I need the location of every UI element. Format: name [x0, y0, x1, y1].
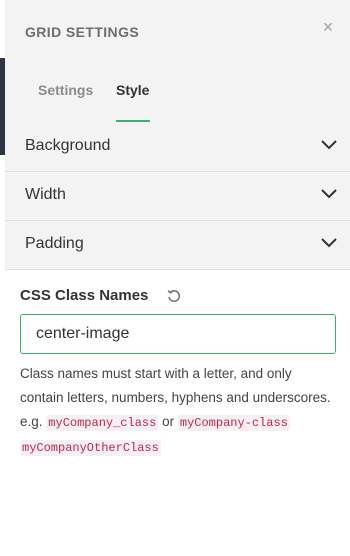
example-code: myCompanyOtherClass	[20, 440, 161, 456]
help-text: Class names must start with a letter, an…	[20, 366, 331, 405]
css-class-names-title: CSS Class Names	[20, 287, 149, 304]
panel-header: GRID SETTINGS × Settings Style	[5, 0, 350, 124]
active-tab-indicator	[116, 120, 150, 122]
section-background[interactable]: Background	[5, 123, 350, 172]
section-padding[interactable]: Padding	[5, 221, 350, 270]
tab-settings[interactable]: Settings	[38, 82, 93, 98]
grid-settings-panel: GRID SETTINGS × Settings Style Backgroun…	[5, 0, 350, 556]
example-or: or	[162, 414, 175, 429]
chevron-down-icon[interactable]	[320, 139, 338, 151]
example-code: myCompany-class	[177, 415, 290, 431]
css-class-help: Class names must start with a letter, an…	[20, 362, 338, 460]
reset-icon[interactable]	[166, 288, 182, 304]
close-icon[interactable]: ×	[320, 18, 336, 36]
section-label: Background	[25, 137, 111, 154]
chevron-down-icon[interactable]	[320, 188, 338, 200]
example-code: myCompany_class	[46, 415, 159, 431]
example-prefix: e.g.	[20, 414, 43, 429]
css-class-input[interactable]	[20, 314, 336, 354]
section-label: Padding	[25, 235, 84, 252]
tab-style[interactable]: Style	[116, 82, 149, 98]
chevron-down-icon[interactable]	[320, 237, 338, 249]
section-label: Width	[25, 186, 66, 203]
panel-title: GRID SETTINGS	[25, 24, 140, 40]
section-width[interactable]: Width	[5, 172, 350, 221]
